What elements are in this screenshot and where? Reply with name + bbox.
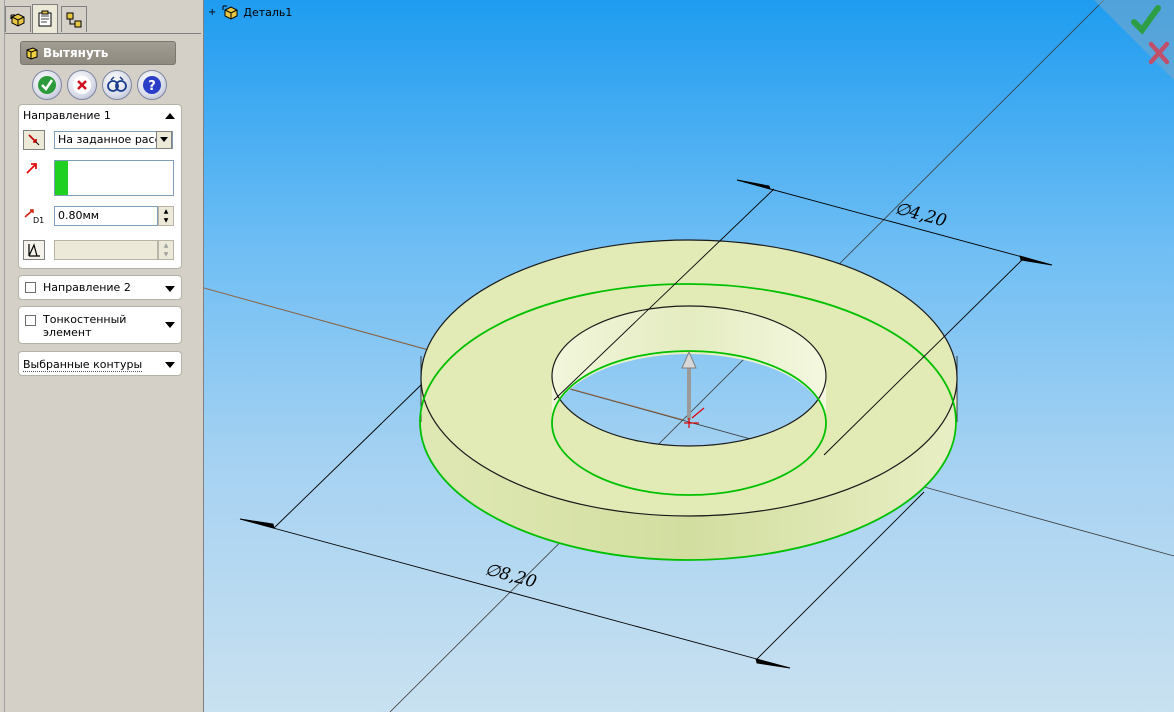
dimension-outer-label[interactable]: ∅8,20 <box>483 560 539 593</box>
cancel-x-icon <box>73 76 91 94</box>
draft-spinner: ▲ ▼ <box>158 240 174 260</box>
preview-button[interactable] <box>102 70 132 100</box>
tab-property-manager[interactable] <box>32 4 58 33</box>
tab-configuration-manager[interactable] <box>61 6 87 32</box>
chevron-down-icon <box>160 137 168 142</box>
cancel-button[interactable] <box>67 70 97 100</box>
spin-up-icon[interactable]: ▲ <box>159 207 173 216</box>
configuration-manager-icon <box>66 12 82 27</box>
preview-glasses-icon <box>107 76 127 92</box>
help-question-icon: ? <box>143 76 161 94</box>
depth-input[interactable]: 0.80мм <box>54 206 158 226</box>
svg-text:D1: D1 <box>33 216 44 224</box>
model-canvas: ∅4,20 ∅8,20 <box>204 0 1174 712</box>
help-button[interactable]: ? <box>137 70 167 100</box>
end-condition-dropdown-button[interactable] <box>156 131 172 149</box>
graphics-viewport[interactable]: + Деталь1 ∅4,20 ∅8,20 <box>204 0 1174 712</box>
thin-feature-group[interactable]: Тонкостенный элемент <box>18 306 182 344</box>
tab-feature-tree[interactable] <box>5 6 31 32</box>
svg-text:?: ? <box>148 79 156 94</box>
selection-indicator <box>55 161 68 195</box>
property-manager-panel: Вытянуть ? Направление 1 На заданное рас… <box>0 0 204 712</box>
feature-tree-icon <box>10 12 25 27</box>
reverse-direction-button[interactable] <box>23 130 45 150</box>
spin-up-icon: ▲ <box>163 241 169 249</box>
expand-arrow-icon[interactable] <box>165 286 175 292</box>
direction2-group[interactable]: Направление 2 <box>18 275 182 300</box>
depth-dimension-icon: D1 <box>24 209 44 224</box>
direction1-group: Направление 1 На заданное расст D1 0.80м… <box>18 104 182 269</box>
feature-header: Вытянуть <box>20 41 176 65</box>
direction2-checkbox[interactable] <box>25 282 36 293</box>
ok-button[interactable] <box>32 70 62 100</box>
direction2-title: Направление 2 <box>43 281 131 294</box>
reverse-direction-icon <box>28 134 40 146</box>
collapse-arrow-icon[interactable] <box>165 113 175 119</box>
extrude-direction-arrow[interactable] <box>681 350 697 420</box>
depth-spinner[interactable]: ▲ ▼ <box>158 206 174 226</box>
dimension-inner-label[interactable]: ∅4,20 <box>893 199 949 232</box>
extrude-cube-icon <box>26 47 38 60</box>
panel-rail <box>0 0 5 712</box>
direction1-title: Направление 1 <box>23 109 111 122</box>
selected-contours-group[interactable]: Выбранные контуры <box>18 351 182 376</box>
manager-tab-strip <box>5 2 201 34</box>
direction-vector-icon <box>26 163 37 174</box>
thin-feature-checkbox[interactable] <box>25 315 36 326</box>
expand-arrow-icon[interactable] <box>165 362 175 368</box>
spin-down-icon[interactable]: ▼ <box>159 216 173 225</box>
selected-contours-title: Выбранные контуры <box>23 358 143 372</box>
thin-feature-title: Тонкостенный элемент <box>43 313 127 339</box>
direction-vector-selection-box[interactable] <box>54 160 174 196</box>
feature-title: Вытянуть <box>43 46 109 60</box>
spin-down-icon: ▼ <box>163 250 169 258</box>
draft-toggle-button[interactable] <box>23 240 45 260</box>
draft-angle-input <box>54 240 158 260</box>
expand-arrow-icon[interactable] <box>165 322 175 328</box>
confirmation-corner <box>1094 0 1174 80</box>
property-manager-icon <box>38 10 52 27</box>
ok-check-icon <box>38 76 56 94</box>
draft-angle-icon <box>28 243 40 257</box>
